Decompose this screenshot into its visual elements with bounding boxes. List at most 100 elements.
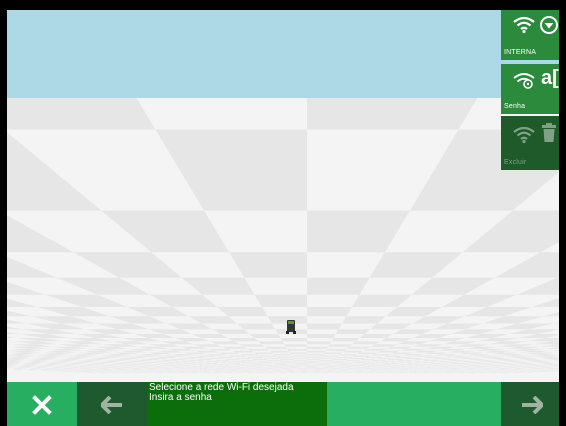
password-label: Senha — [504, 103, 526, 110]
floor-tile — [251, 358, 268, 360]
simulator-frame — [0, 0, 566, 426]
floor-tile — [318, 361, 332, 363]
floor-tile — [297, 365, 307, 366]
floor-tile — [284, 344, 307, 347]
close-button[interactable] — [7, 382, 77, 426]
floor-tile — [246, 356, 264, 358]
floor-tile — [362, 363, 376, 364]
floor-tile — [307, 356, 323, 358]
floor-tile — [245, 364, 258, 366]
floor-tile — [268, 365, 279, 367]
robot-icon[interactable] — [286, 319, 296, 334]
floor-tile — [254, 352, 274, 355]
floor-tile — [319, 359, 334, 361]
bottom-bar: Selecione a rede Wi-Fi desejada Insira a… — [0, 382, 566, 426]
floor-tile — [292, 357, 307, 359]
floor-tile — [325, 348, 347, 351]
floor-tile — [322, 355, 339, 357]
floor-tile — [307, 360, 320, 362]
floor-tile — [287, 365, 298, 367]
floor-tile — [256, 360, 271, 362]
wifi-lock-icon — [513, 73, 535, 89]
floor-tile — [307, 363, 318, 365]
floor-tile — [307, 354, 324, 356]
floor-tile — [307, 307, 352, 317]
floor-tile — [270, 361, 284, 363]
floor-tile — [344, 365, 356, 367]
floor-tile — [239, 344, 265, 347]
floor-tile — [326, 364, 338, 366]
floor-tile — [281, 360, 295, 362]
floor-tile — [283, 362, 296, 363]
floor-tile — [287, 348, 307, 351]
back-button[interactable] — [77, 382, 147, 426]
floor-tile — [296, 364, 307, 365]
floor-tile — [337, 364, 350, 365]
floor-tile — [328, 363, 340, 365]
floor-tile — [346, 346, 371, 349]
floor-tile — [254, 294, 307, 307]
text-input-icon: a[ — [541, 67, 559, 89]
floor-tile — [316, 365, 327, 366]
floor-tile — [272, 363, 285, 364]
dropdown-circle-icon — [540, 16, 558, 34]
floor-tile — [240, 354, 260, 356]
floor-tile — [307, 364, 318, 366]
floor-tile — [289, 352, 307, 355]
floor-tile — [259, 355, 277, 357]
bottom-bar-spacer — [327, 382, 501, 426]
floor-tile — [280, 338, 307, 342]
floor-tile — [279, 358, 294, 360]
floor-tile — [352, 362, 366, 363]
floor-tile — [293, 359, 307, 361]
floor-tile — [265, 364, 278, 366]
floor-tile — [249, 365, 261, 367]
floor-tile — [250, 363, 263, 364]
floor-tile — [307, 334, 336, 338]
floor-tile — [263, 357, 280, 359]
floor-tile — [349, 363, 362, 365]
floor-tile — [307, 277, 370, 295]
delete-network-button[interactable]: Excluir — [501, 116, 559, 170]
floor-tile — [249, 334, 281, 338]
next-button[interactable] — [501, 382, 559, 426]
floor-tile — [338, 354, 358, 356]
wifi-network-selector[interactable]: INTERNA — [501, 10, 559, 60]
floor-tile — [336, 365, 347, 366]
floor-tile — [335, 356, 353, 358]
wifi-icon — [513, 126, 535, 144]
floor-tile — [277, 365, 288, 366]
floor-tile — [352, 355, 371, 357]
wifi-icon — [513, 16, 535, 34]
floor-tile — [358, 364, 371, 365]
sky-background — [7, 10, 559, 98]
floor-tile — [307, 358, 321, 360]
side-panel: INTERNA a[ Senha Excluir — [501, 10, 559, 170]
floor-tile — [345, 359, 361, 361]
floor-tile — [328, 344, 353, 347]
arrow-right-icon — [522, 396, 543, 414]
floor-tile — [240, 359, 256, 361]
floor-tile — [253, 364, 266, 365]
floor-tile — [257, 365, 269, 366]
floor-tile — [323, 352, 343, 355]
floor-tile — [307, 362, 319, 363]
password-input-button[interactable]: a[ Senha — [501, 64, 559, 114]
floor-tile — [340, 363, 353, 364]
floor-tile — [294, 361, 307, 363]
status-message: Selecione a rede Wi-Fi desejada Insira a… — [147, 382, 327, 426]
floor-tile — [295, 363, 307, 364]
floor-tile — [7, 98, 156, 130]
3d-viewport[interactable] — [7, 10, 559, 382]
message-line-2: Insira a senha — [149, 392, 212, 403]
floor-tile — [318, 363, 330, 364]
floor-tile — [285, 363, 297, 365]
floor-tile — [275, 364, 287, 365]
floor-tile — [269, 350, 290, 353]
floor-tile — [356, 360, 371, 362]
floor-tile — [346, 364, 359, 366]
floor-tile — [245, 361, 260, 363]
floor-tile — [307, 365, 317, 367]
floor-tile — [263, 363, 276, 365]
floor-tile — [286, 364, 297, 366]
